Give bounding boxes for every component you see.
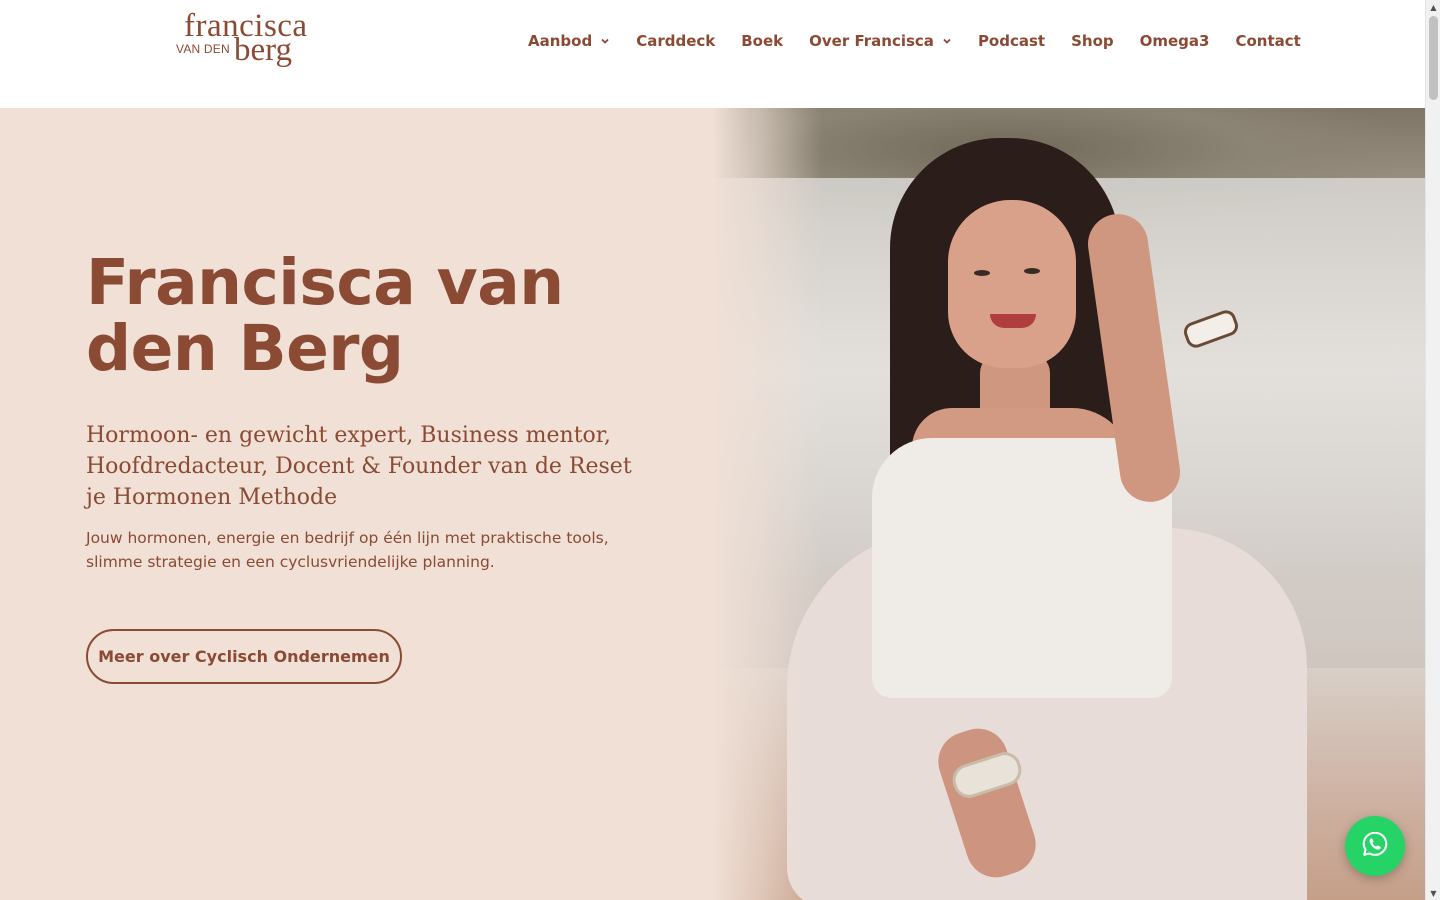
nav-item-aanbod[interactable]: Aanbod [528, 32, 610, 50]
nav-item-label: Shop [1071, 32, 1114, 50]
nav-item-over-francisca[interactable]: Over Francisca [809, 32, 952, 50]
site-logo[interactable]: francisca VAN DEN berg [176, 10, 316, 72]
hero-section: Francisca van den Berg Hormoon- en gewic… [0, 108, 1425, 900]
main-nav: Aanbod Carddeck Boek Over Francisca Podc… [528, 30, 1301, 52]
whatsapp-chat-button[interactable] [1345, 816, 1405, 876]
scrollbar-thumb[interactable] [1429, 16, 1438, 100]
nav-item-label: Boek [741, 32, 784, 50]
nav-item-boek[interactable]: Boek [741, 32, 783, 50]
scroll-up-arrow-icon[interactable]: ▲ [1426, 0, 1440, 14]
nav-item-label: Over Francisca [809, 32, 934, 50]
photo-face [948, 200, 1076, 368]
chevron-down-icon [942, 36, 952, 46]
hero-subtitle: Hormoon- en gewicht expert, Business men… [86, 423, 632, 510]
photo-eye-left [974, 270, 990, 276]
site-header: francisca VAN DEN berg Aanbod Carddeck B… [0, 0, 1425, 108]
logo-text-last-name: berg [234, 32, 293, 68]
page-scrollbar[interactable]: ▲ ▼ [1425, 0, 1440, 900]
hero-photo [712, 108, 1425, 900]
whatsapp-icon [1360, 829, 1390, 864]
nav-item-label: Carddeck [636, 32, 716, 50]
nav-item-shop[interactable]: Shop [1071, 32, 1114, 50]
photo-edge-fade [712, 108, 822, 900]
nav-item-omega3[interactable]: Omega3 [1140, 32, 1210, 50]
nav-item-contact[interactable]: Contact [1235, 32, 1300, 50]
chevron-down-icon [600, 36, 610, 46]
logo-text-middle: VAN DEN [176, 42, 230, 56]
hero-description: Jouw hormonen, energie en bedrijf op één… [86, 529, 609, 571]
nav-item-label: Omega3 [1139, 32, 1210, 50]
photo-eye-right [1024, 268, 1040, 274]
cyclisch-ondernemen-button[interactable]: Meer over Cyclisch Ondernemen [86, 629, 402, 684]
hero-title: Francisca van den Berg [86, 246, 564, 385]
scroll-down-arrow-icon[interactable]: ▼ [1426, 886, 1440, 900]
photo-smile [990, 314, 1036, 328]
nav-item-label: Contact [1235, 32, 1301, 50]
nav-item-label: Aanbod [528, 32, 593, 50]
nav-item-podcast[interactable]: Podcast [978, 32, 1045, 50]
nav-item-label: Podcast [977, 32, 1046, 50]
nav-item-carddeck[interactable]: Carddeck [636, 32, 715, 50]
